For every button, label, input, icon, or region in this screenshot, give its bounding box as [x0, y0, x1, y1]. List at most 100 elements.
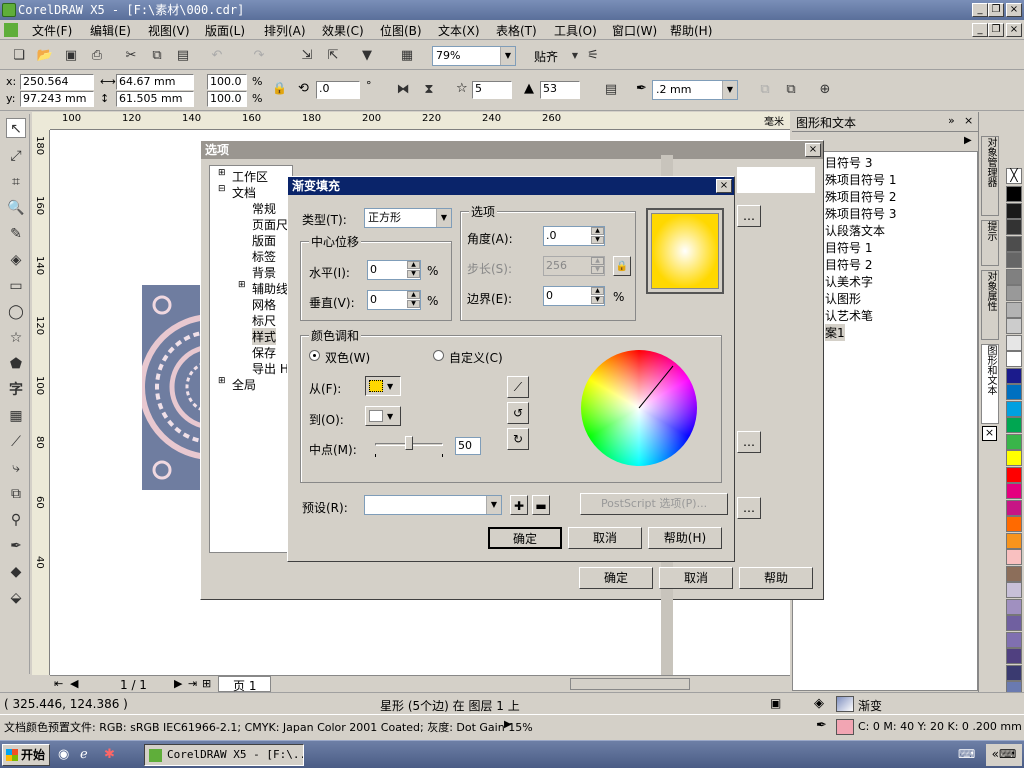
paste-icon[interactable]: ▤ [174, 47, 192, 65]
tab-graphics-text[interactable]: 图形和文本 [981, 344, 999, 424]
prev-page-icon[interactable]: ◀ [70, 677, 78, 690]
snap-dropdown-icon[interactable]: ▼ [566, 47, 584, 65]
preset-combo[interactable]: ▼ [364, 495, 502, 515]
direct-blend-button[interactable]: ⟋ [507, 376, 529, 398]
steps-input[interactable]: 256 ▲ ▼ [543, 256, 605, 276]
open-icon[interactable]: 📂 [36, 47, 54, 65]
horizontal-input[interactable]: 0 ▲ ▼ [367, 260, 421, 280]
options-cancel-button[interactable]: 取消 [659, 567, 733, 589]
eyedropper-tool-icon[interactable]: ⚲ [6, 510, 26, 530]
browser-icon[interactable]: ◉ [58, 747, 69, 762]
scale-x-field[interactable]: 100.0 [207, 74, 247, 90]
color-wheel[interactable] [581, 350, 697, 466]
add-preset-button[interactable]: ✚ [510, 495, 528, 515]
color-swatch[interactable] [1006, 186, 1022, 202]
to-front-icon[interactable]: ⧉ [756, 81, 774, 99]
arrow-right-icon[interactable]: ▶ [964, 135, 972, 146]
type-select[interactable]: 正方形 ▼ [364, 208, 452, 228]
menu-layout[interactable]: 版面(L) [205, 22, 245, 39]
color-swatch[interactable] [1006, 318, 1022, 334]
no-color-swatch[interactable]: ╳ [1006, 168, 1022, 184]
freehand-tool-icon[interactable]: ✎ [6, 224, 26, 244]
color-swatch[interactable] [1006, 285, 1022, 301]
spin-down-icon[interactable]: ▼ [407, 300, 420, 308]
menu-tools[interactable]: 工具(O) [554, 22, 597, 39]
color-swatch[interactable] [1006, 499, 1022, 516]
ie-icon[interactable]: ℯ [80, 747, 88, 762]
color-swatch[interactable] [1006, 483, 1022, 499]
ruler-corner[interactable] [32, 112, 50, 130]
start-button[interactable]: 开始 [2, 744, 50, 766]
color-swatch[interactable] [1006, 417, 1022, 433]
options-icon[interactable]: ⚟ [584, 47, 602, 65]
cut-icon[interactable]: ✂ [122, 47, 140, 65]
color-swatch[interactable] [1006, 367, 1022, 384]
lock-ratio-icon[interactable]: 🔒 [272, 81, 287, 95]
scale-y-field[interactable]: 100.0 [207, 91, 247, 107]
to-color-button[interactable]: ▼ [365, 406, 401, 426]
angle-input[interactable]: .0 ▲ ▼ [543, 226, 605, 246]
wrap-text-icon[interactable]: ▤ [602, 81, 620, 99]
shape-tool-icon[interactable]: ⤢ [6, 146, 26, 166]
color-swatch[interactable] [1006, 252, 1022, 268]
options-ellipsis-button[interactable]: … [737, 205, 761, 227]
color-swatch[interactable] [1006, 301, 1022, 318]
menu-text[interactable]: 文本(X) [438, 22, 480, 39]
color-swatch[interactable] [1006, 334, 1022, 351]
task-button[interactable]: CorelDRAW X5 - [F:\... [144, 744, 304, 766]
spin-up-icon[interactable]: ▲ [407, 261, 420, 269]
copy-icon[interactable]: ⧉ [148, 47, 166, 65]
spin-down-icon[interactable]: ▼ [407, 270, 420, 278]
ccw-blend-button[interactable]: ↺ [507, 402, 529, 424]
spin-up-icon[interactable]: ▲ [591, 227, 604, 235]
color-swatch[interactable] [1006, 516, 1022, 532]
undo-icon[interactable]: ↶ [208, 47, 226, 65]
color-swatch[interactable] [1006, 565, 1022, 582]
two-color-radio[interactable] [309, 350, 320, 361]
list-item[interactable]: 目符号 1 [825, 239, 872, 256]
custom-radio[interactable] [433, 350, 444, 361]
spin-down-icon[interactable]: ▼ [591, 236, 604, 244]
tree-item[interactable]: 辅助线 [252, 280, 288, 297]
rectangle-tool-icon[interactable]: ▭ [6, 276, 26, 296]
color-swatch[interactable] [1006, 615, 1022, 631]
tree-item[interactable]: 文档 [232, 184, 256, 201]
ok-button[interactable]: 确定 [488, 527, 562, 549]
new-icon[interactable]: ❏ [10, 47, 28, 65]
tree-item[interactable]: 版面 [252, 232, 276, 249]
x-field[interactable]: 250.564 mm [20, 74, 94, 102]
list-item[interactable]: 殊项目符号 2 [825, 188, 896, 205]
color-swatch[interactable] [1006, 582, 1022, 598]
postscript-options-button[interactable]: PostScript 选项(P)... [580, 493, 728, 515]
first-page-icon[interactable]: ⇤ [54, 677, 63, 690]
tree-item[interactable]: 背景 [252, 264, 276, 281]
launcher-icon[interactable]: ▼ [358, 47, 376, 65]
midpoint-slider-thumb[interactable] [405, 436, 413, 450]
interactive-fill-icon[interactable]: ⬙ [6, 588, 26, 608]
snapshot-icon[interactable]: ▣ [770, 696, 781, 710]
doc-close-button[interactable]: × [1006, 23, 1022, 37]
spin-down-icon[interactable]: ▼ [591, 266, 604, 274]
close-icon[interactable]: × [805, 143, 821, 157]
mirror-v-icon[interactable]: ⧗ [420, 81, 438, 99]
outline-width-combo[interactable]: .2 mm ▼ [652, 80, 738, 100]
welcome-icon[interactable]: ▦ [398, 47, 416, 65]
next-page-icon[interactable]: ▶ [174, 677, 182, 690]
tree-item[interactable]: 页面尺 [252, 216, 288, 233]
spin-down-icon[interactable]: ▼ [591, 296, 604, 304]
tree-item[interactable]: 网格 [252, 296, 276, 313]
edge-pad-input[interactable]: 0 ▲ ▼ [543, 286, 605, 306]
vertical-input[interactable]: 0 ▲ ▼ [367, 290, 421, 310]
expand-icon[interactable]: ⊞ [238, 280, 246, 290]
list-item[interactable]: 目符号 2 [825, 256, 872, 273]
pick-tool-icon[interactable]: ↖ [6, 118, 26, 138]
page-tab[interactable]: 页 1 [218, 676, 272, 693]
menu-window[interactable]: 窗口(W) [612, 22, 657, 39]
outline-tool-icon[interactable]: ✒ [6, 536, 26, 556]
add-page-icon[interactable]: ⊞ [202, 677, 211, 690]
tree-item[interactable]: 导出 H [252, 360, 289, 377]
app-quick-icon[interactable]: ✱ [104, 747, 115, 762]
menu-table[interactable]: 表格(T) [496, 22, 537, 39]
color-swatch[interactable] [1006, 400, 1022, 417]
menu-effects[interactable]: 效果(C) [322, 22, 364, 39]
